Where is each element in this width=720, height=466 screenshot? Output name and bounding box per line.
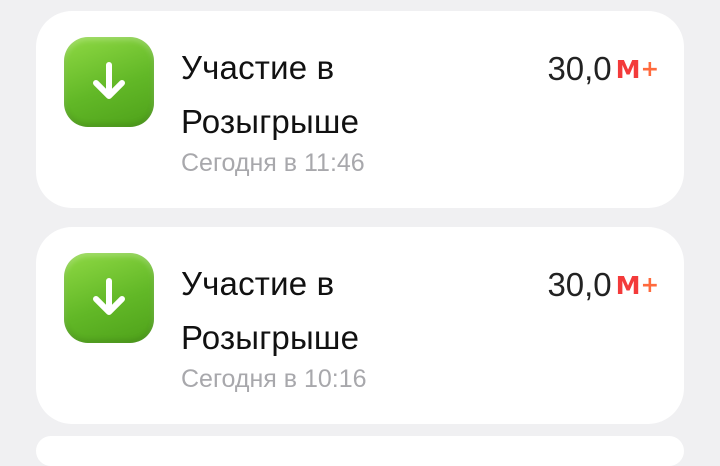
arrow-down-icon [93, 278, 125, 315]
transaction-date: Сегодня в 10:16 [181, 365, 367, 393]
mplus-currency-icon: М + [615, 54, 659, 84]
transaction-title: Участие в Розыгрыше [181, 49, 360, 140]
amount-value: 30,0 [547, 266, 612, 303]
arrow-down-icon [93, 62, 125, 99]
mplus-letter: М [615, 270, 641, 300]
transaction-card[interactable]: Участие в Розыгрыше Сегодня в 10:16 30,0… [36, 227, 684, 424]
mplus-plus: + [640, 272, 659, 298]
transaction-amount: 30,0 М + [547, 49, 659, 89]
mplus-letter: М [615, 54, 641, 84]
incoming-badge [64, 37, 154, 127]
transaction-list: Участие в Розыгрыше Сегодня в 11:46 30,0… [0, 0, 720, 466]
mplus-currency-icon: М + [615, 270, 659, 300]
amount-value: 30,0 [547, 50, 612, 87]
mplus-plus: + [640, 56, 659, 82]
transaction-title: Участие в Розыгрыше [181, 265, 360, 356]
transaction-card[interactable]: Участие в Розыгрыше Сегодня в 11:46 30,0… [36, 11, 684, 208]
incoming-badge [64, 253, 154, 343]
transaction-date: Сегодня в 11:46 [181, 149, 365, 177]
transaction-card-partial[interactable] [36, 436, 684, 466]
transaction-amount: 30,0 М + [547, 265, 659, 305]
